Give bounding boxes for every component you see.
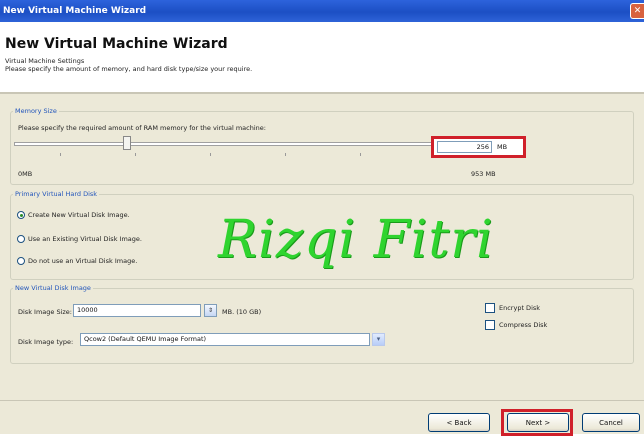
slider-tick <box>285 153 286 156</box>
existing-disk-radio[interactable] <box>17 235 25 243</box>
memory-slider-track[interactable] <box>14 142 434 146</box>
disk-size-unit: MB. (10 GB) <box>222 308 262 316</box>
window-title: New Virtual Machine Wizard <box>3 6 147 16</box>
close-icon[interactable]: ✕ <box>630 3 644 19</box>
compress-disk-checkbox[interactable] <box>485 320 495 330</box>
cancel-button[interactable]: Cancel <box>582 413 640 432</box>
create-disk-radio[interactable] <box>17 211 25 219</box>
memory-max-label: 953 MB <box>471 170 496 178</box>
memory-unit-label: MB <box>497 143 508 151</box>
next-button[interactable]: Next > <box>507 413 569 432</box>
wizard-subtitle: Virtual Machine Settings <box>5 57 85 65</box>
memory-prompt: Please specify the required amount of RA… <box>18 124 266 132</box>
disk-size-label: Disk Image Size: <box>18 308 72 316</box>
chevron-down-icon[interactable]: ▾ <box>372 333 385 346</box>
back-button[interactable]: < Back <box>428 413 490 432</box>
slider-tick <box>210 153 211 156</box>
wizard-header: New Virtual Machine Wizard Virtual Machi… <box>0 22 644 92</box>
disk-size-spinner[interactable]: ⇕ <box>204 304 217 317</box>
memory-value-highlight: 256 MB <box>431 136 526 158</box>
memory-slider-thumb[interactable] <box>123 136 132 150</box>
existing-disk-label[interactable]: Use an Existing Virtual Disk Image. <box>28 235 142 243</box>
wizard-footer: < Back Next > Cancel <box>0 401 644 436</box>
disk-type-label: Disk Image type: <box>18 338 74 346</box>
memory-min-label: 0MB <box>18 170 33 178</box>
wizard-title: New Virtual Machine Wizard <box>5 36 228 52</box>
encrypt-disk-label[interactable]: Encrypt Disk <box>499 304 540 312</box>
disk-size-input[interactable]: 10000 <box>73 304 201 317</box>
slider-tick <box>60 153 61 156</box>
encrypt-disk-checkbox[interactable] <box>485 303 495 313</box>
window-titlebar: New Virtual Machine Wizard ✕ <box>0 0 644 22</box>
memory-size-legend: Memory Size <box>15 107 57 115</box>
hard-disk-legend: Primary Virtual Hard Disk <box>15 190 98 198</box>
disk-type-select[interactable]: Qcow2 (Default QEMU Image Format) <box>80 333 370 346</box>
no-disk-label[interactable]: Do not use an Virtual Disk Image. <box>28 257 137 265</box>
watermark-text: Rizqi Fitri <box>218 210 494 270</box>
wizard-instructions: Please specify the amount of memory, and… <box>5 65 253 73</box>
no-disk-radio[interactable] <box>17 257 25 265</box>
compress-disk-label[interactable]: Compress Disk <box>499 321 547 329</box>
slider-tick <box>135 153 136 156</box>
create-disk-label[interactable]: Create New Virtual Disk Image. <box>28 211 130 219</box>
memory-value-input[interactable]: 256 <box>437 141 492 153</box>
memory-size-group: Memory Size <box>10 107 634 185</box>
new-image-legend: New Virtual Disk Image <box>15 284 91 292</box>
slider-tick <box>360 153 361 156</box>
